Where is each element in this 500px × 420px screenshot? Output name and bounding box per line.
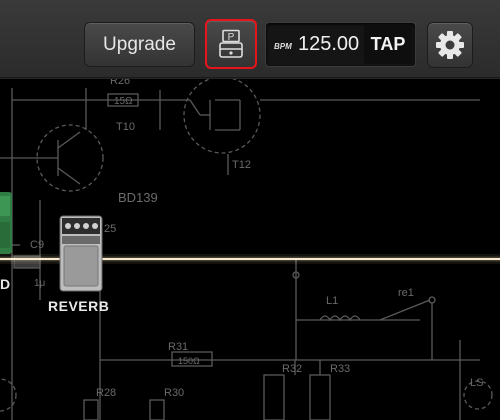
pedal-icon-letter: P [228,32,235,43]
schematic-label: L1 [326,295,338,307]
schematic-label: R26 [110,79,130,87]
schematic-label: LS [470,377,483,389]
bpm-value[interactable]: 125.00 [298,33,359,56]
schematic-label: R32 [282,363,302,375]
reverb-pedal[interactable] [59,215,103,292]
schematic-label: 25 [104,223,116,235]
upgrade-button[interactable]: Upgrade [84,22,195,67]
schematic-label: C9 [30,239,44,251]
gear-icon [436,31,464,59]
bpm-display: BPM 125.00 TAP [265,22,416,67]
schematic-label: R31 [168,341,188,353]
settings-button[interactable] [427,22,473,68]
pedal-view-button[interactable]: P [205,19,257,69]
circuit-schematic-background: R26 15Ω T10 T12 BD139 25 C9 1μ L1 re1 R3… [0,79,500,420]
pedal-icon: P [219,29,243,58]
schematic-label: 1μ [34,278,46,289]
schematic-label: T10 [116,121,135,133]
tap-tempo-button[interactable]: TAP [364,25,412,64]
schematic-label: 15Ω [114,96,133,107]
pedal-partial-left[interactable] [0,192,12,254]
schematic-label: R33 [330,363,350,375]
schematic-label: R28 [96,387,116,399]
schematic-label: BD139 [118,190,158,205]
partial-pedal-label: D [0,276,11,292]
schematic-label: R30 [164,387,184,399]
reverb-pedal-label: REVERB [48,298,110,314]
schematic-label: re1 [398,287,414,299]
bpm-label: BPM [274,42,292,51]
top-toolbar: Upgrade P BPM 125.00 TAP [0,0,500,78]
pedalboard-canvas[interactable]: R26 15Ω T10 T12 BD139 25 C9 1μ L1 re1 R3… [0,79,500,420]
schematic-label: T12 [232,159,251,171]
schematic-label: 150Ω [178,356,200,366]
